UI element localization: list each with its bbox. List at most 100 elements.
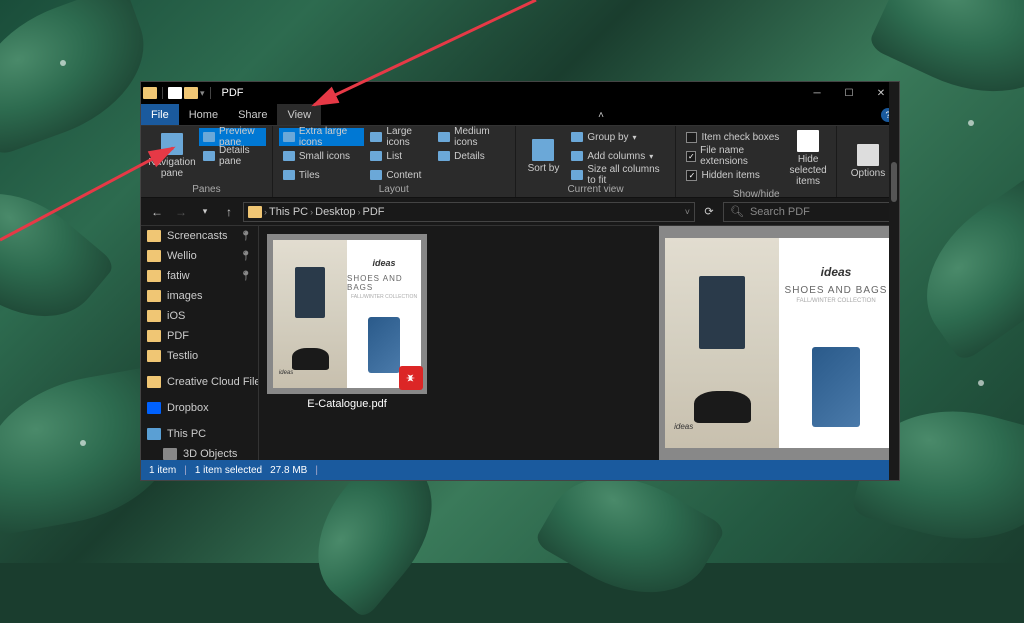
catalog-brand: ideas bbox=[372, 258, 395, 268]
ribbon-group-show-hide: Item check boxes File name extensions Hi… bbox=[676, 126, 837, 197]
file-name-label[interactable]: E-Catalogue.pdf bbox=[307, 398, 387, 410]
size-columns-button[interactable]: Size all columns to fit bbox=[567, 166, 669, 184]
folder-icon bbox=[248, 206, 262, 218]
status-size: 27.8 MB bbox=[270, 465, 307, 476]
extra-large-icons-button[interactable]: Extra large icons bbox=[279, 128, 365, 146]
sidebar-item[interactable]: Screencasts📍︎ bbox=[141, 226, 258, 246]
folder-icon bbox=[147, 270, 161, 282]
sidebar-item[interactable]: iOS bbox=[141, 306, 258, 326]
chevron-right-icon[interactable]: › bbox=[310, 207, 313, 217]
sidebar-item[interactable]: PDF bbox=[141, 326, 258, 346]
sidebar-item[interactable]: 3D Objects bbox=[141, 444, 258, 460]
ribbon-group-label: Panes bbox=[147, 184, 266, 197]
preview-pane-icon bbox=[203, 132, 215, 142]
menu-home[interactable]: Home bbox=[179, 104, 228, 125]
checkbox-icon bbox=[686, 170, 697, 181]
preview-scrollbar[interactable] bbox=[889, 82, 899, 480]
pdf-badge-icon bbox=[399, 366, 423, 390]
layout-icon bbox=[370, 151, 382, 161]
folder-icon bbox=[147, 250, 161, 262]
sidebar-item[interactable]: Wellio📍︎ bbox=[141, 246, 258, 266]
maximize-button[interactable]: ☐ bbox=[833, 82, 865, 104]
hidden-items-toggle[interactable]: Hidden items bbox=[682, 166, 784, 184]
size-icon bbox=[571, 170, 583, 180]
up-button[interactable]: ↑ bbox=[219, 202, 239, 222]
add-columns-button[interactable]: Add columns ▾ bbox=[567, 147, 669, 165]
layout-label: Large icons bbox=[386, 126, 428, 148]
layout-icon bbox=[438, 132, 450, 142]
layout-label: Medium icons bbox=[454, 126, 504, 148]
breadcrumb[interactable]: › This PC › Desktop › PDF ˅ bbox=[243, 202, 695, 222]
sidebar-item[interactable]: Testlio bbox=[141, 346, 258, 366]
preview-pane: ideas ideas SHOES AND BAGS FALL/WINTER C… bbox=[659, 226, 899, 460]
preview-pane-button[interactable]: Preview pane bbox=[199, 128, 266, 146]
minimize-button[interactable]: ─ bbox=[801, 82, 833, 104]
layout-icon bbox=[283, 151, 295, 161]
breadcrumb-segment[interactable]: This PC bbox=[269, 206, 308, 218]
menu-file[interactable]: File bbox=[141, 104, 179, 125]
ribbon-group-label: Current view bbox=[522, 184, 670, 197]
qat-dropdown-icon[interactable]: ▾ bbox=[200, 88, 205, 99]
details-pane-button[interactable]: Details pane bbox=[199, 147, 266, 165]
menu-share[interactable]: Share bbox=[228, 104, 277, 125]
checkbox-icon bbox=[686, 132, 697, 143]
small-icons-button[interactable]: Small icons bbox=[279, 147, 365, 165]
sidebar-item[interactable]: This PC bbox=[141, 424, 258, 444]
hide-selected-button[interactable]: Hide selected items bbox=[786, 128, 830, 189]
sort-by-button[interactable]: Sort by bbox=[522, 128, 566, 184]
sidebar-item[interactable]: Dropbox bbox=[141, 398, 258, 418]
app-icon bbox=[143, 87, 157, 99]
chevron-right-icon[interactable]: › bbox=[264, 207, 267, 217]
back-button[interactable]: ← bbox=[147, 202, 167, 222]
options-button[interactable]: Options bbox=[843, 128, 893, 195]
content-button[interactable]: Content bbox=[366, 166, 432, 184]
group-by-button[interactable]: Group by ▾ bbox=[567, 128, 669, 146]
sidebar-item-label: Creative Cloud Files bbox=[167, 376, 258, 388]
chevron-right-icon[interactable]: › bbox=[357, 207, 360, 217]
details-button[interactable]: Details bbox=[434, 147, 508, 165]
list-button[interactable]: List bbox=[366, 147, 432, 165]
navigation-pane-icon bbox=[161, 133, 183, 155]
titlebar[interactable]: ▾ PDF ─ ☐ ✕ bbox=[141, 82, 899, 104]
layout-label: List bbox=[386, 151, 402, 162]
medium-icons-button[interactable]: Medium icons bbox=[434, 128, 508, 146]
search-input[interactable]: 🔍︎ Search PDF bbox=[723, 202, 893, 222]
sidebar-item-label: iOS bbox=[167, 310, 185, 322]
recent-dropdown-icon[interactable]: ▾ bbox=[195, 202, 215, 222]
group-label: Group by bbox=[587, 132, 628, 143]
catalog-subtitle: FALL/WINTER COLLECTION bbox=[796, 298, 875, 304]
refresh-button[interactable]: ⟳ bbox=[699, 202, 719, 222]
gray-icon bbox=[163, 448, 177, 460]
qat-icon-2[interactable] bbox=[184, 87, 198, 99]
details-pane-icon bbox=[203, 151, 215, 161]
sidebar-item-label: images bbox=[167, 290, 202, 302]
ribbon-group-current-view: Sort by Group by ▾ Add columns ▾ Size al… bbox=[516, 126, 677, 197]
status-bar: 1 item | 1 item selected 27.8 MB | bbox=[141, 460, 899, 480]
qat-icon[interactable] bbox=[168, 87, 182, 99]
chevron-down-icon[interactable]: ˅ bbox=[685, 207, 690, 217]
sidebar-item[interactable]: fatiw📍︎ bbox=[141, 266, 258, 286]
catalog-title: SHOES AND BAGS bbox=[347, 274, 421, 292]
menu-view[interactable]: View bbox=[277, 104, 321, 125]
forward-button[interactable]: → bbox=[171, 202, 191, 222]
layout-icon bbox=[370, 170, 382, 180]
breadcrumb-segment[interactable]: PDF bbox=[362, 206, 384, 218]
catalog-brand: ideas bbox=[674, 422, 693, 431]
address-bar: ← → ▾ ↑ › This PC › Desktop › PDF ˅ ⟳ 🔍︎… bbox=[141, 198, 899, 226]
item-checkboxes-toggle[interactable]: Item check boxes bbox=[682, 128, 784, 146]
folder-icon bbox=[147, 310, 161, 322]
file-extensions-toggle[interactable]: File name extensions bbox=[682, 147, 784, 165]
large-icons-button[interactable]: Large icons bbox=[366, 128, 432, 146]
breadcrumb-segment[interactable]: Desktop bbox=[315, 206, 355, 218]
status-item-count: 1 item bbox=[149, 465, 176, 476]
tiles-button[interactable]: Tiles bbox=[279, 166, 365, 184]
pin-icon: 📍︎ bbox=[239, 271, 252, 282]
sidebar-item[interactable]: Creative Cloud Files bbox=[141, 372, 258, 392]
search-icon: 🔍︎ bbox=[730, 205, 744, 218]
file-list[interactable]: ideas ideas SHOES AND BAGS FALL/WINTER C… bbox=[259, 226, 659, 460]
navigation-pane-button[interactable]: Navigation pane bbox=[147, 128, 197, 184]
sidebar-item[interactable]: images bbox=[141, 286, 258, 306]
ribbon-collapse-icon[interactable]: ˄ bbox=[588, 104, 610, 126]
file-item[interactable]: ideas ideas SHOES AND BAGS FALL/WINTER C… bbox=[267, 234, 427, 410]
navigation-sidebar[interactable]: Screencasts📍︎Wellio📍︎fatiw📍︎ images iOS PDF… bbox=[141, 226, 259, 460]
